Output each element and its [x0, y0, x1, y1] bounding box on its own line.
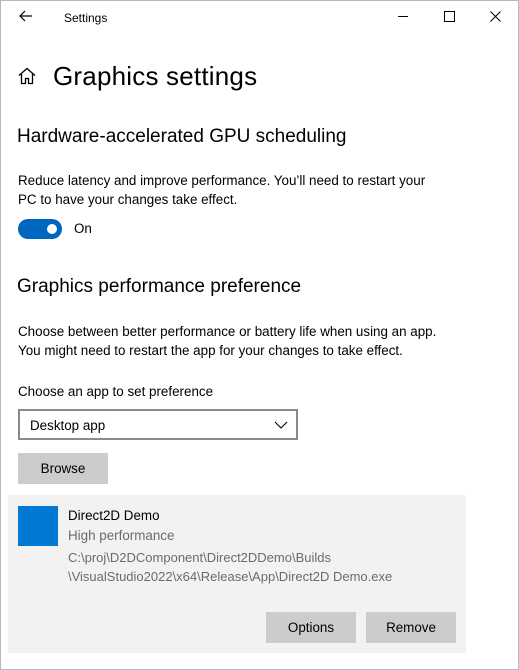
remove-button[interactable]: Remove: [366, 612, 456, 643]
app-path: C:\proj\D2DComponent\Direct2DDemo\Builds…: [68, 548, 463, 586]
gpu-description-line-1: Reduce latency and improve performance. …: [18, 173, 426, 188]
preference-description-line-2: You might need to restart the app for yo…: [18, 343, 403, 358]
minimize-button[interactable]: [380, 1, 426, 34]
page-title: Graphics settings: [53, 60, 258, 91]
dropdown-selected-value: Desktop app: [30, 418, 106, 433]
app-type-dropdown[interactable]: Desktop app: [18, 409, 298, 440]
app-preference: High performance: [68, 528, 175, 543]
maximize-icon: [443, 9, 455, 27]
settings-window: Settings Graphics settings Hardware-acce…: [0, 0, 519, 670]
browse-button[interactable]: Browse: [18, 453, 108, 484]
toggle-knob: [47, 224, 57, 234]
app-path-line-2: \VisualStudio2022\x64\Release\App\Direct…: [68, 569, 393, 584]
home-icon[interactable]: [17, 65, 39, 87]
performance-preference-description: Choose between better performance or bat…: [18, 322, 468, 360]
close-button[interactable]: [472, 1, 518, 34]
app-list-item[interactable]: Direct2D Demo High performance C:\proj\D…: [8, 495, 466, 653]
gpu-scheduling-heading: Hardware-accelerated GPU scheduling: [17, 126, 347, 147]
gpu-scheduling-toggle[interactable]: [18, 219, 62, 239]
chevron-down-icon: [274, 418, 288, 432]
performance-preference-heading: Graphics performance preference: [17, 276, 302, 297]
toggle-state-label: On: [74, 221, 92, 236]
app-name: Direct2D Demo: [68, 508, 160, 523]
gpu-description-line-2: PC to have your changes take effect.: [18, 192, 238, 207]
title-bar: Settings: [1, 1, 518, 35]
back-button[interactable]: [5, 3, 47, 33]
choose-app-label: Choose an app to set preference: [18, 384, 214, 399]
options-button[interactable]: Options: [266, 612, 356, 643]
back-arrow-icon: [19, 9, 33, 27]
maximize-button[interactable]: [426, 1, 472, 34]
minimize-icon: [397, 9, 409, 27]
close-icon: [489, 9, 501, 27]
window-title: Settings: [64, 11, 108, 25]
app-icon: [18, 506, 58, 546]
app-path-line-1: C:\proj\D2DComponent\Direct2DDemo\Builds: [68, 550, 331, 565]
gpu-scheduling-description: Reduce latency and improve performance. …: [18, 171, 468, 209]
preference-description-line-1: Choose between better performance or bat…: [18, 324, 437, 339]
page-header: Graphics settings: [17, 59, 257, 93]
